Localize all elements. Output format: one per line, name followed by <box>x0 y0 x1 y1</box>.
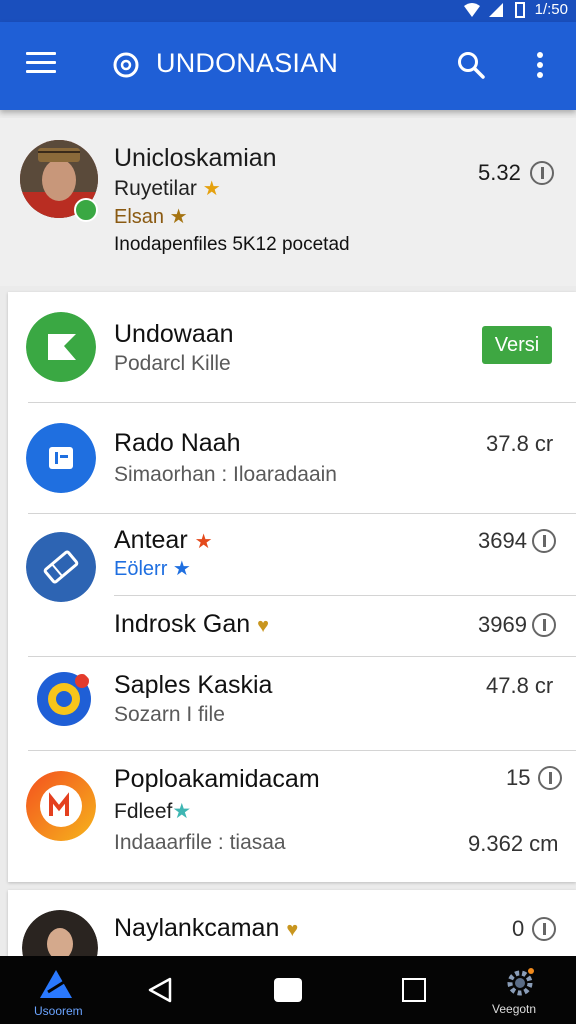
list-item[interactable]: Indrosk Gan ♥ 3969 <box>8 596 576 656</box>
item-title: Poploakamidacam <box>114 765 320 793</box>
list-item[interactable]: Undowaan Podarcl Kille Versi <box>8 292 576 402</box>
recents-icon[interactable] <box>402 978 426 1002</box>
more-vert-icon[interactable] <box>530 50 550 80</box>
profile-name: Unicloskamian <box>114 144 277 172</box>
app-bar: UNDONASIAN <box>0 22 576 110</box>
profile-line2: Elsan ★ <box>114 206 188 228</box>
item-subtitle: Simaorhan : Iloaradaain <box>114 463 337 486</box>
nav-left-label: Usoorem <box>34 1004 83 1018</box>
list-item[interactable]: Poploakamidacam Fdleef★ Indaaarfile : ti… <box>8 751 576 881</box>
app-list-card: Undowaan Podarcl Kille Versi Rado Naah S… <box>8 292 576 882</box>
list-item[interactable]: Saples Kaskia Sozarn I file 47.8 cr <box>8 657 576 749</box>
info-icon[interactable] <box>530 161 554 185</box>
item-value: 15 <box>506 765 531 790</box>
status-bar: 1/:50 <box>0 0 576 22</box>
media-app-icon <box>26 771 96 841</box>
info-icon[interactable] <box>532 917 556 941</box>
item-title: Undowaan <box>114 320 234 348</box>
nav-right-label: Veegotn <box>492 1002 537 1016</box>
item-title: Rado Naah <box>114 429 241 457</box>
file-app-icon <box>26 423 96 493</box>
list-item[interactable]: Antear ★ Eölerr ★ 3694 <box>8 514 576 602</box>
info-icon[interactable] <box>538 766 562 790</box>
item-value: 3969 <box>478 612 527 637</box>
status-icons: 1/:50 <box>463 1 568 18</box>
battery-icon <box>514 1 525 18</box>
item-value: 0 <box>512 916 525 941</box>
app-title: UNDONASIAN <box>156 48 339 78</box>
gear-icon <box>507 968 534 996</box>
profile-line3: Inodapenfiles 5K12 pocetad <box>114 234 350 255</box>
star-icon: ★ <box>172 558 191 580</box>
avatar <box>22 910 98 956</box>
verified-badge-icon <box>74 198 98 222</box>
nav-settings[interactable]: Veegotn <box>486 956 556 1024</box>
menu-icon[interactable] <box>26 52 56 76</box>
list-item[interactable]: Rado Naah Simaorhan : Iloaradaain 37.8 c… <box>8 403 576 513</box>
info-icon[interactable] <box>532 529 556 553</box>
profile-value: 5.32 <box>478 160 521 185</box>
star-icon: ★ <box>169 206 188 228</box>
nav-home[interactable]: Usoorem <box>24 956 94 1024</box>
star-icon: ★ <box>172 800 192 823</box>
profile-line1: Ruyetilar ★ <box>114 177 221 200</box>
version-button[interactable]: Versi <box>482 326 552 364</box>
chat-app-icon <box>32 667 96 731</box>
signal-icon <box>488 2 503 17</box>
download-app-icon <box>26 312 96 382</box>
item-title: Naylankcaman ♥ <box>114 914 299 942</box>
item-size: 9.362 cm <box>468 831 559 856</box>
app-logo-icon <box>113 52 139 78</box>
home-icon[interactable] <box>274 978 302 1002</box>
back-icon[interactable] <box>146 976 174 1004</box>
star-icon: ★ <box>194 531 213 553</box>
item-title: Saples Kaskia <box>114 671 273 699</box>
profile-header[interactable]: Unicloskamian Ruyetilar ★ Elsan ★ Inodap… <box>0 118 576 286</box>
star-icon: ★ <box>202 178 221 200</box>
item-detail: Indaaarfile : tiasaa <box>114 831 286 854</box>
item-title: Indrosk Gan ♥ <box>114 610 270 638</box>
item-value: 47.8 cr <box>486 673 554 698</box>
item-subtitle: Eölerr ★ <box>114 558 191 580</box>
status-time: 1/:50 <box>534 1 568 18</box>
info-icon[interactable] <box>532 613 556 637</box>
item-subtitle: Sozarn I file <box>114 703 225 726</box>
search-icon[interactable] <box>456 50 486 80</box>
item-value: 37.8 cr <box>486 431 554 456</box>
app-nav-icon <box>40 970 72 998</box>
key-icon: ♥ <box>286 919 299 941</box>
item-value: 3694 <box>478 528 527 553</box>
ticket-app-icon <box>26 532 96 602</box>
item-subtitle: Fdleef★ <box>114 800 192 823</box>
item-subtitle: Podarcl Kille <box>114 352 231 375</box>
list-item[interactable]: Naylankcaman ♥ 0 <box>8 890 576 956</box>
wifi-icon <box>463 2 480 17</box>
bottom-nav-bar: Usoorem Veegotn <box>0 956 576 1024</box>
app-list-card-2: Naylankcaman ♥ 0 <box>8 890 576 956</box>
item-title: Antear ★ <box>114 526 213 554</box>
heart-icon: ♥ <box>257 615 270 637</box>
